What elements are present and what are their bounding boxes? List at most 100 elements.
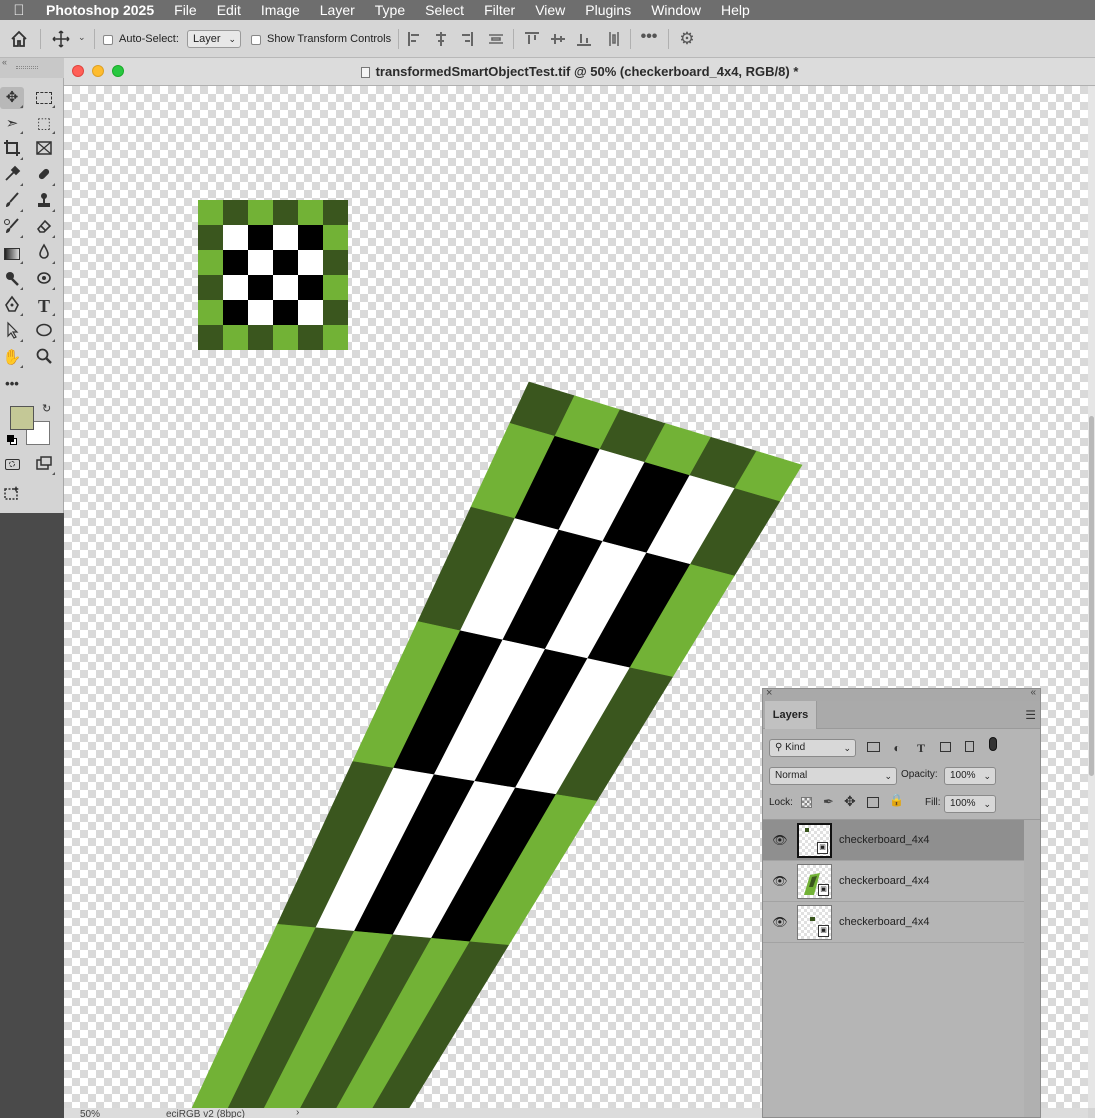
ellipse-tool-icon[interactable] bbox=[32, 321, 56, 343]
swap-colors-icon[interactable]: ↻ bbox=[42, 402, 51, 415]
filter-shape-layers-icon[interactable] bbox=[937, 741, 953, 755]
filter-pixel-layers-icon[interactable] bbox=[865, 741, 881, 755]
lock-transparent-pixels-icon[interactable] bbox=[801, 797, 812, 808]
fill-field[interactable]: 100% ⌄ bbox=[944, 795, 996, 813]
align-left-icon[interactable] bbox=[406, 30, 424, 48]
board-cell bbox=[273, 225, 298, 250]
opacity-value: 100% bbox=[950, 770, 976, 781]
menu-select[interactable]: Select bbox=[415, 0, 474, 20]
menu-layer[interactable]: Layer bbox=[310, 0, 365, 20]
lock-all-icon[interactable]: 🔒 bbox=[889, 793, 904, 807]
lock-artboard-icon[interactable] bbox=[867, 797, 879, 808]
lasso-tool-icon[interactable]: ➣ bbox=[0, 113, 24, 135]
edit-toolbar-icon[interactable]: ••• bbox=[0, 373, 24, 395]
marquee-tool-icon[interactable] bbox=[32, 87, 56, 109]
history-brush-tool-icon[interactable] bbox=[0, 217, 24, 239]
lock-image-pixels-icon[interactable]: ✒ bbox=[823, 794, 834, 810]
zoom-tool-icon[interactable] bbox=[32, 347, 56, 369]
screen-mode-icon[interactable] bbox=[32, 454, 56, 476]
gear-icon[interactable]: ⚙ bbox=[678, 30, 696, 48]
more-options-icon[interactable]: ••• bbox=[640, 29, 658, 48]
filter-smart-objects-icon[interactable] bbox=[961, 741, 977, 755]
menu-help[interactable]: Help bbox=[711, 0, 760, 20]
align-top-icon[interactable] bbox=[523, 30, 541, 48]
document-title-bar[interactable]: transformedSmartObjectTest.tif @ 50% (ch… bbox=[64, 58, 1095, 86]
apple-menu-icon[interactable]:  bbox=[0, 2, 38, 19]
healing-brush-tool-icon[interactable] bbox=[32, 165, 56, 187]
zoom-level[interactable]: 50% bbox=[80, 1109, 100, 1118]
layer-name[interactable]: checkerboard_4x4 bbox=[839, 875, 930, 887]
align-right-icon[interactable] bbox=[457, 30, 475, 48]
foreground-color-swatch[interactable] bbox=[10, 406, 34, 430]
blend-mode-dropdown[interactable]: Normal ⌄ bbox=[769, 767, 897, 785]
object-selection-tool-icon[interactable]: ⬚ bbox=[32, 113, 56, 135]
layer-row[interactable]: 👁 ▣ checkerboard_4x4 bbox=[763, 861, 1024, 902]
menu-app-name[interactable]: Photoshop 2025 bbox=[38, 0, 164, 20]
show-transform-checkbox[interactable] bbox=[251, 35, 261, 45]
close-window-button[interactable] bbox=[72, 65, 84, 77]
layers-scroll-track[interactable] bbox=[1024, 820, 1040, 1117]
collapse-panel-icon[interactable]: « bbox=[1030, 687, 1036, 698]
blur-tool-icon[interactable] bbox=[32, 243, 56, 265]
auto-select-target-dropdown[interactable]: Layer ⌄ bbox=[187, 30, 241, 48]
layer-name[interactable]: checkerboard_4x4 bbox=[839, 916, 930, 928]
home-icon[interactable] bbox=[10, 30, 28, 48]
filter-type-layers-icon[interactable]: T bbox=[913, 741, 929, 755]
path-selection-tool-icon[interactable] bbox=[0, 321, 24, 343]
opacity-field[interactable]: 100% ⌄ bbox=[944, 767, 996, 785]
menu-file[interactable]: File bbox=[164, 0, 207, 20]
distribute-vertical-icon[interactable] bbox=[605, 30, 623, 48]
layer-filter-kind-dropdown[interactable]: ⚲ Kind ⌄ bbox=[769, 739, 856, 757]
align-vertical-center-icon[interactable] bbox=[549, 30, 567, 48]
panel-menu-icon[interactable]: ☰ bbox=[1025, 708, 1036, 722]
frame-tool-icon[interactable] bbox=[32, 139, 56, 161]
lock-position-icon[interactable]: ✥ bbox=[844, 793, 856, 810]
minimize-window-button[interactable] bbox=[92, 65, 104, 77]
align-bottom-icon[interactable] bbox=[575, 30, 593, 48]
layer-name[interactable]: checkerboard_4x4 bbox=[839, 834, 930, 846]
crop-tool-icon[interactable] bbox=[0, 139, 24, 161]
filter-adjustment-layers-icon[interactable]: ◐ bbox=[889, 741, 905, 755]
visibility-eye-icon[interactable]: 👁 bbox=[772, 833, 788, 847]
menu-edit[interactable]: Edit bbox=[207, 0, 251, 20]
type-tool-icon[interactable]: T bbox=[32, 295, 56, 317]
menu-window[interactable]: Window bbox=[641, 0, 711, 20]
auto-select-checkbox[interactable] bbox=[103, 35, 113, 45]
zoom-window-button[interactable] bbox=[112, 65, 124, 77]
quick-mask-icon[interactable] bbox=[0, 454, 24, 476]
move-tool-preset-icon[interactable] bbox=[52, 30, 70, 48]
vertical-scrollbar[interactable] bbox=[1088, 86, 1095, 1108]
move-tool-icon[interactable]: ✥ bbox=[0, 87, 24, 109]
menu-type[interactable]: Type bbox=[365, 0, 415, 20]
clone-stamp-tool-icon[interactable] bbox=[32, 191, 56, 213]
pen-tool-icon[interactable] bbox=[0, 295, 24, 317]
eraser-tool-icon[interactable] bbox=[32, 217, 56, 239]
scrollbar-thumb[interactable] bbox=[1089, 416, 1094, 776]
gradient-tool-icon[interactable] bbox=[0, 243, 24, 265]
menu-view[interactable]: View bbox=[525, 0, 575, 20]
align-horizontal-center-icon[interactable] bbox=[432, 30, 450, 48]
preset-chevron-down-icon[interactable]: ⌄ bbox=[78, 32, 86, 43]
layer-row[interactable]: 👁 ▣ checkerboard_4x4 bbox=[763, 902, 1024, 943]
close-panel-icon[interactable]: × bbox=[766, 687, 772, 699]
toolbox-grip[interactable]: « bbox=[0, 57, 64, 78]
collapse-chevron-icon[interactable]: « bbox=[2, 57, 7, 67]
visibility-eye-icon[interactable]: 👁 bbox=[772, 915, 788, 929]
content-aware-tool-icon[interactable] bbox=[32, 269, 56, 291]
dodge-tool-icon[interactable] bbox=[0, 269, 24, 291]
generative-fill-icon[interactable] bbox=[0, 484, 24, 506]
layer-row[interactable]: 👁 ▣ checkerboard_4x4 bbox=[763, 820, 1024, 861]
hand-tool-icon[interactable]: ✋ bbox=[0, 347, 24, 369]
separator bbox=[398, 29, 399, 49]
visibility-eye-icon[interactable]: 👁 bbox=[772, 874, 788, 888]
menu-plugins[interactable]: Plugins bbox=[575, 0, 641, 20]
distribute-horizontal-icon[interactable] bbox=[487, 30, 505, 48]
menu-image[interactable]: Image bbox=[251, 0, 310, 20]
status-chevron-icon[interactable]: › bbox=[296, 1108, 299, 1118]
brush-tool-icon[interactable] bbox=[0, 191, 24, 213]
eyedropper-tool-icon[interactable] bbox=[0, 165, 24, 187]
default-colors-icon[interactable] bbox=[7, 435, 17, 445]
menu-filter[interactable]: Filter bbox=[474, 0, 525, 20]
filter-toggle-icon[interactable] bbox=[985, 737, 1001, 751]
tab-layers[interactable]: Layers bbox=[765, 701, 817, 729]
